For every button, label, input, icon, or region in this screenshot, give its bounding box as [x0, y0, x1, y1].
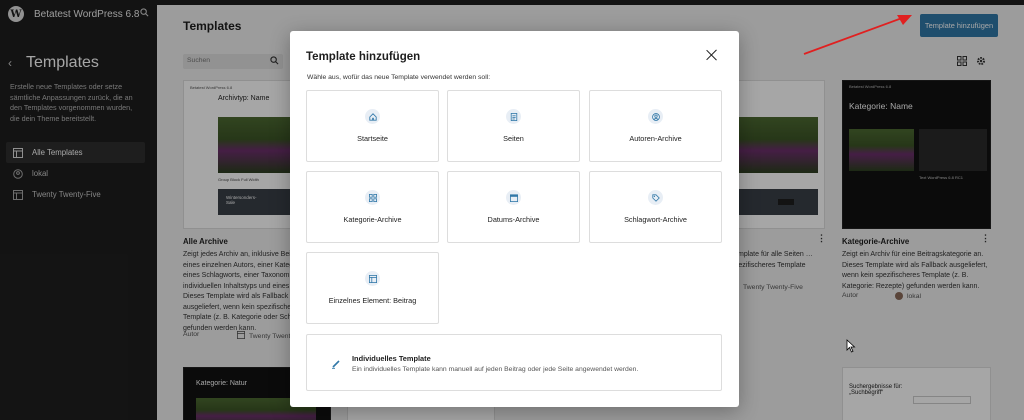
- close-icon[interactable]: [705, 48, 719, 62]
- template-option-label: Seiten: [503, 134, 524, 143]
- template-option-autoren-archive[interactable]: Autoren-Archive: [589, 90, 722, 162]
- author-icon: [648, 109, 663, 124]
- template-option-label: Einzelnes Element: Beitrag: [328, 296, 417, 305]
- template-option-label: Datums-Archive: [487, 215, 540, 224]
- add-template-dialog: Template hinzufügen Wähle aus, wofür das…: [290, 31, 739, 407]
- annotation-arrow-icon: [803, 15, 912, 55]
- pencil-icon: [331, 356, 341, 374]
- post-icon: [365, 271, 380, 286]
- home-icon: [365, 109, 380, 124]
- template-option-label: Autoren-Archive: [629, 134, 682, 143]
- tag-icon: [648, 190, 663, 205]
- custom-template-option[interactable]: Individuelles Template Ein individuelles…: [306, 334, 722, 391]
- dialog-title: Template hinzufügen: [306, 51, 421, 63]
- template-option-seiten[interactable]: Seiten: [447, 90, 580, 162]
- page-icon: [506, 109, 521, 124]
- calendar-icon: [506, 190, 521, 205]
- template-option-kategorie-archive[interactable]: Kategorie-Archive: [306, 171, 439, 243]
- template-option-startseite[interactable]: Startseite: [306, 90, 439, 162]
- custom-template-description: Ein individuelles Template kann manuell …: [352, 366, 639, 373]
- template-option-schlagwort-archive[interactable]: Schlagwort-Archive: [589, 171, 722, 243]
- dialog-subtitle: Wähle aus, wofür das neue Template verwe…: [307, 74, 491, 81]
- template-option-datums-archive[interactable]: Datums-Archive: [447, 171, 580, 243]
- template-option-label: Schlagwort-Archive: [624, 215, 687, 224]
- template-option-label: Startseite: [357, 134, 388, 143]
- mouse-cursor-icon: [846, 339, 856, 353]
- template-option-einzelnes-element-beitrag[interactable]: Einzelnes Element: Beitrag: [306, 252, 439, 324]
- template-option-label: Kategorie-Archive: [343, 215, 402, 224]
- custom-template-title: Individuelles Template: [352, 354, 431, 363]
- category-icon: [365, 190, 380, 205]
